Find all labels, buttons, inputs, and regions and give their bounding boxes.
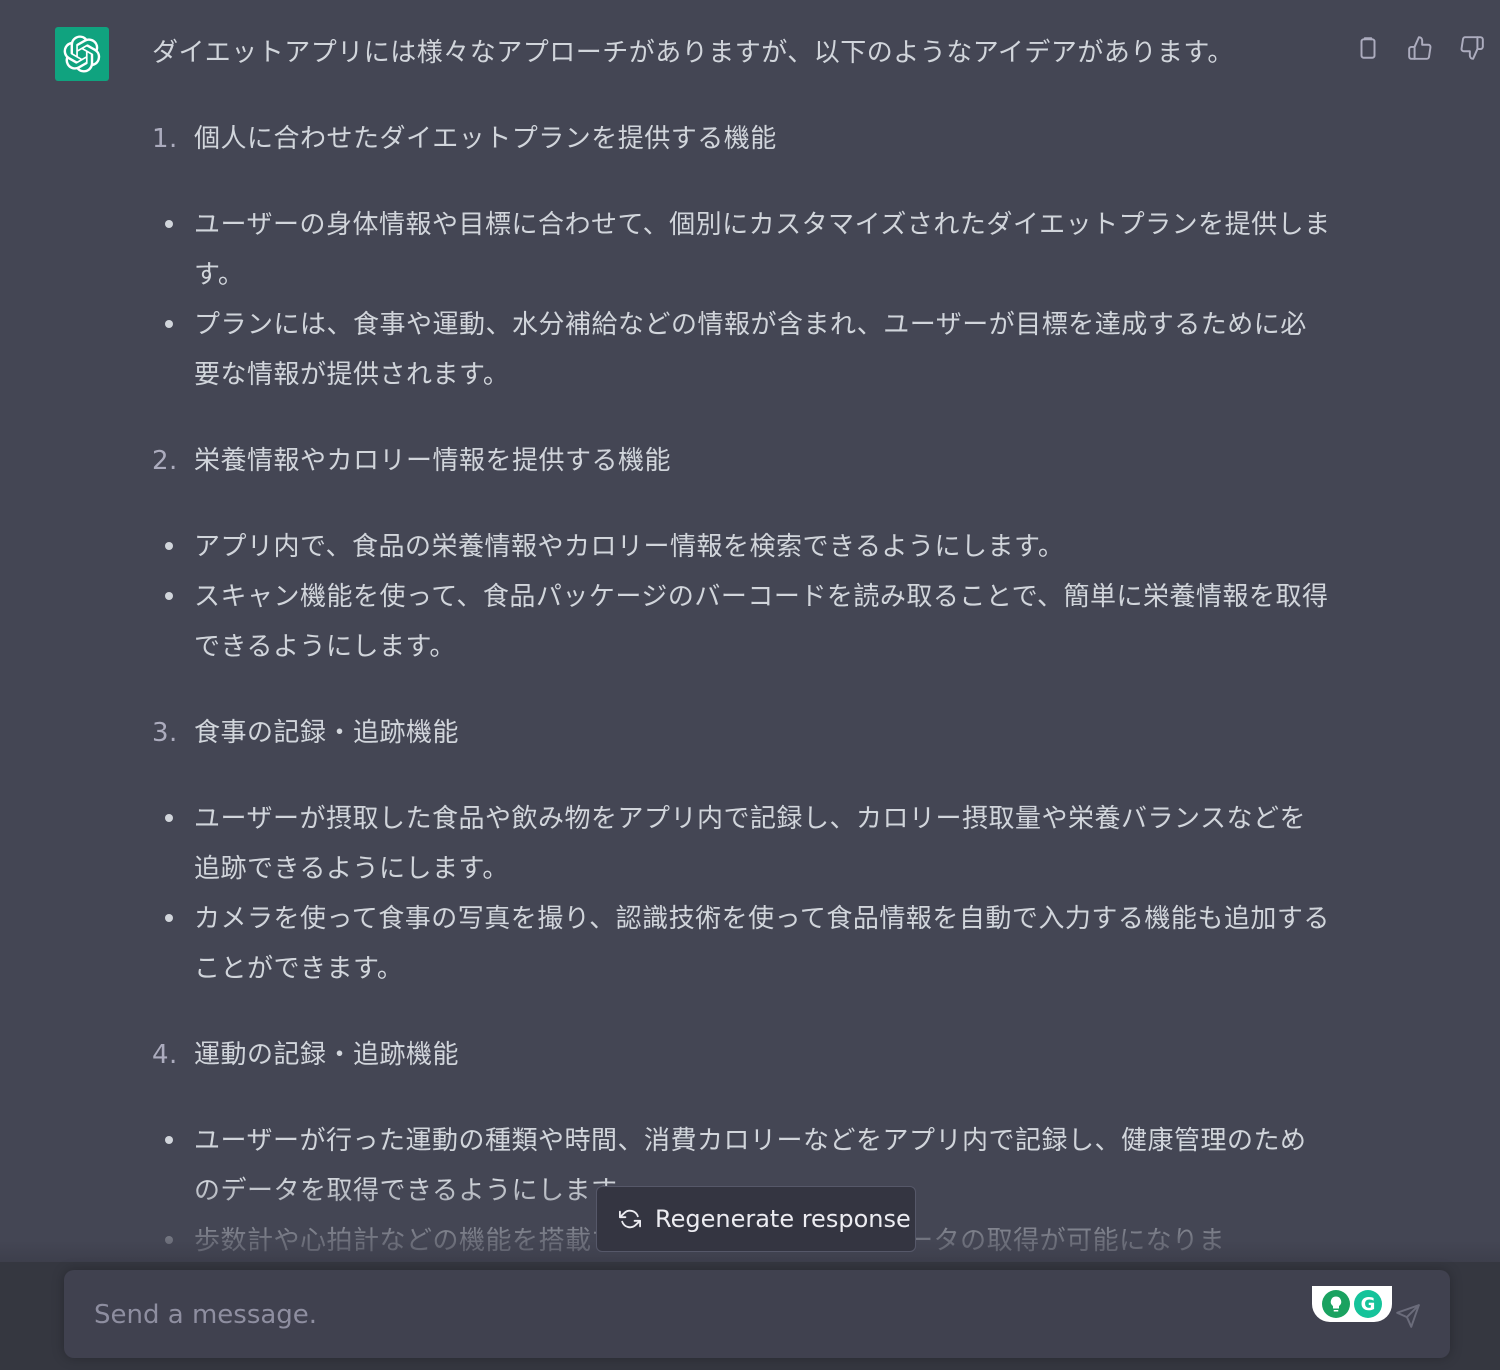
assistant-avatar — [55, 27, 109, 81]
section-title: 3. 食事の記録・追跡機能 — [152, 708, 1332, 758]
thumbs-up-button[interactable] — [1404, 32, 1436, 64]
section-title: 4. 運動の記録・追跡機能 — [152, 1030, 1332, 1080]
assistant-message: ダイエットアプリには様々なアプローチがありますが、以下のようなアイデアがあります… — [0, 0, 1500, 1370]
grammarly-icon[interactable]: G — [1354, 1290, 1382, 1318]
thumbs-down-button[interactable] — [1456, 32, 1488, 64]
extension-badges[interactable]: G — [1312, 1286, 1392, 1322]
bullet-list: ユーザーが摂取した食品や飲み物をアプリ内で記録し、カロリー摂取量や栄養バランスな… — [152, 794, 1332, 994]
section-heading: 食事の記録・追跡機能 — [194, 718, 460, 748]
regenerate-label: Regenerate response — [655, 1205, 911, 1233]
extension-a-icon[interactable] — [1322, 1290, 1350, 1318]
section-title: 1. 個人に合わせたダイエットプランを提供する機能 — [152, 114, 1332, 164]
regenerate-response-button[interactable]: Regenerate response — [596, 1186, 916, 1252]
thumbs-up-icon — [1408, 36, 1432, 60]
clipboard-icon — [1360, 37, 1376, 59]
send-icon — [1396, 1304, 1420, 1328]
bullet-list: アプリ内で、食品の栄養情報やカロリー情報を検索できるようにします。 スキャン機能… — [152, 522, 1332, 672]
openai-logo-icon — [63, 35, 101, 73]
list-item: ユーザーが摂取した食品や飲み物をアプリ内で記録し、カロリー摂取量や栄養バランスな… — [152, 794, 1332, 894]
list-item: プランには、食事や運動、水分補給などの情報が含まれ、ユーザーが目標を達成するため… — [152, 300, 1332, 400]
section-number: 1. — [152, 124, 178, 154]
list-item: スキャン機能を使って、食品パッケージのバーコードを読み取ることで、簡単に栄養情報… — [152, 572, 1332, 672]
message-composer: G — [64, 1270, 1450, 1358]
bullet-list: ユーザーの身体情報や目標に合わせて、個別にカスタマイズされたダイエットプランを提… — [152, 200, 1332, 400]
section-heading: 運動の記録・追跡機能 — [194, 1040, 460, 1070]
send-button[interactable] — [1392, 1300, 1424, 1332]
message-actions — [1352, 32, 1488, 64]
list-item: ユーザーの身体情報や目標に合わせて、個別にカスタマイズされたダイエットプランを提… — [152, 200, 1332, 300]
message-input[interactable] — [92, 1292, 1276, 1338]
section-number: 2. — [152, 446, 178, 476]
message-intro: ダイエットアプリには様々なアプローチがありますが、以下のようなアイデアがあります… — [152, 38, 1234, 68]
section-number: 3. — [152, 718, 178, 748]
copy-button[interactable] — [1352, 32, 1384, 64]
list-item: アプリ内で、食品の栄養情報やカロリー情報を検索できるようにします。 — [152, 522, 1332, 572]
list-item: カメラを使って食事の写真を撮り、認識技術を使って食品情報を自動で入力する機能も追… — [152, 894, 1332, 994]
section-heading: 個人に合わせたダイエットプランを提供する機能 — [194, 124, 777, 154]
section-heading: 栄養情報やカロリー情報を提供する機能 — [194, 446, 672, 476]
message-content: ダイエットアプリには様々なアプローチがありますが、以下のようなアイデアがあります… — [152, 28, 1332, 1302]
section-number: 4. — [152, 1040, 178, 1070]
section-title: 2. 栄養情報やカロリー情報を提供する機能 — [152, 436, 1332, 486]
lightbulb-icon — [1330, 1296, 1342, 1312]
refresh-icon — [619, 1209, 641, 1229]
thumbs-down-icon — [1460, 36, 1484, 60]
